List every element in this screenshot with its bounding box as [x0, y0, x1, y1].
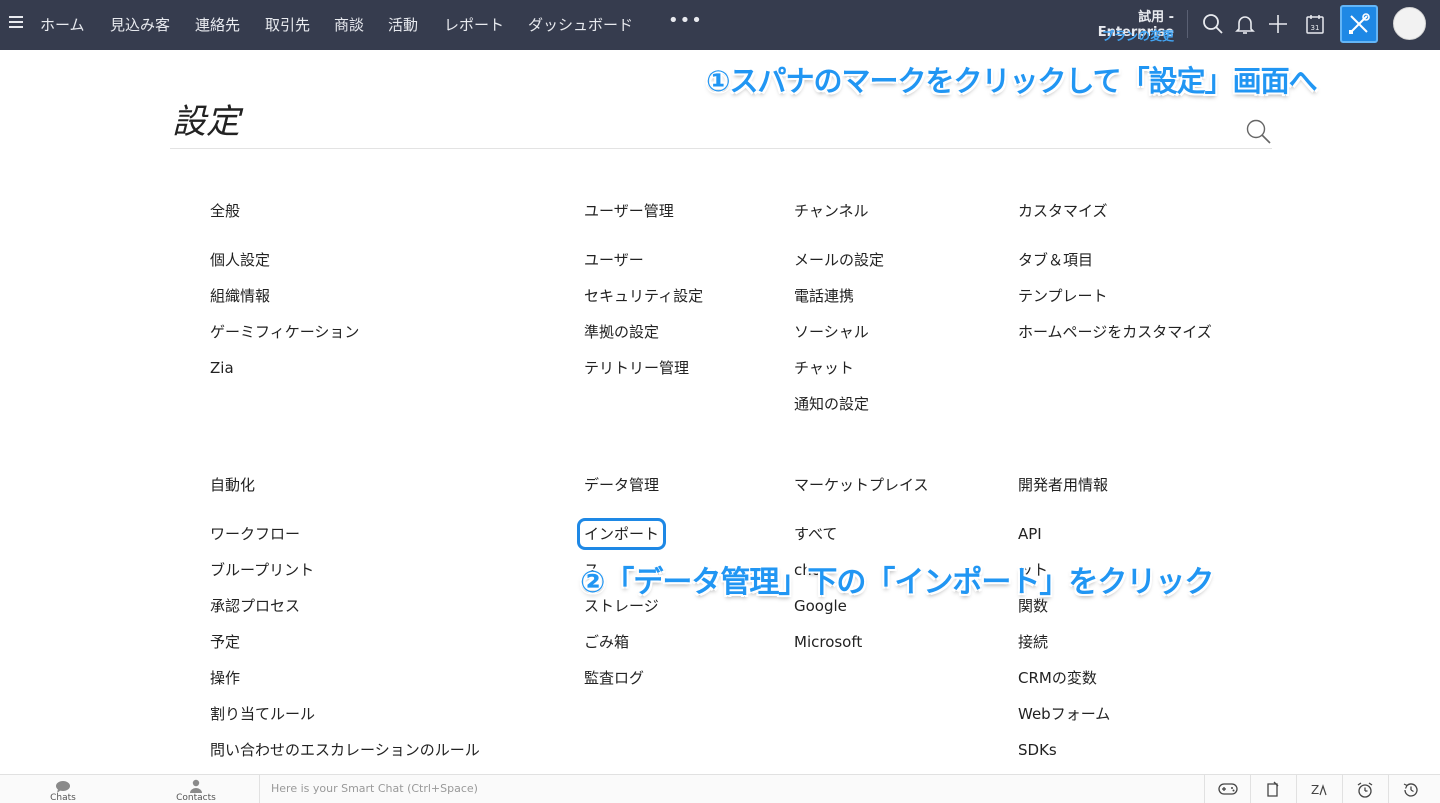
import-highlight[interactable]: インポート	[576, 518, 667, 550]
nav-leads[interactable]: 見込み客	[110, 14, 170, 35]
nav-reports[interactable]: レポート	[444, 14, 504, 35]
wrench-screwdriver-icon	[1349, 13, 1370, 34]
link-customize-home-page[interactable]: ホームページをカスタマイズ	[1018, 323, 1212, 359]
link-actions[interactable]: 操作	[210, 669, 480, 705]
link-sdks[interactable]: SDKs	[1018, 741, 1110, 777]
link-import[interactable]: インポート	[576, 518, 667, 561]
alarm-icon[interactable]	[1342, 775, 1388, 803]
plan-change-link[interactable]: プランの変更	[1058, 27, 1174, 44]
link-recycle-bin[interactable]: ごみ箱	[584, 633, 659, 669]
section-channels: チャンネル メールの設定 電話連携 ソーシャル チャット 通知の設定	[794, 202, 884, 431]
link-functions[interactable]: 関数	[1018, 597, 1110, 633]
top-navigation-bar: ホーム 見込み客 連絡先 取引先 商談 活動 レポート ダッシュボード ••• …	[0, 0, 1440, 50]
history-icon[interactable]	[1388, 775, 1434, 803]
link-zia[interactable]: Zia	[210, 359, 359, 395]
link-notification-settings[interactable]: 通知の設定	[794, 395, 884, 431]
link-security-control[interactable]: セキュリティ設定	[584, 287, 703, 323]
person-icon	[190, 779, 202, 793]
plus-icon[interactable]	[1266, 12, 1290, 36]
calendar-icon[interactable]: 31	[1303, 12, 1327, 36]
bottom-bar: Chats Contacts Here is your Smart Chat (…	[0, 774, 1440, 803]
link-gamification[interactable]: ゲーミフィケーション	[210, 323, 359, 359]
section-user-management: ユーザー管理 ユーザー セキュリティ設定 準拠の設定 テリトリー管理	[584, 202, 703, 395]
section-heading: 全般	[210, 202, 241, 220]
settings-search-icon[interactable]	[1244, 117, 1272, 145]
nav-more-icon[interactable]: •••	[668, 10, 703, 31]
topbar-divider	[1187, 10, 1188, 38]
link-schedules[interactable]: 予定	[210, 633, 480, 669]
link-connections[interactable]: 接続	[1018, 633, 1110, 669]
link-all[interactable]: すべて	[794, 525, 929, 561]
link-social[interactable]: ソーシャル	[794, 323, 884, 359]
translate-icon[interactable]: Z	[1296, 775, 1342, 803]
nav-dashboards[interactable]: ダッシュボード	[528, 14, 633, 35]
nav-activities[interactable]: 活動	[388, 14, 418, 35]
section-heading: 自動化	[210, 476, 256, 494]
link-templates[interactable]: テンプレート	[1018, 287, 1212, 323]
link-crm-variables[interactable]: CRMの変数	[1018, 669, 1110, 705]
chat-bubble-icon	[56, 781, 70, 793]
smart-chat-input[interactable]: Here is your Smart Chat (Ctrl+Space)	[271, 782, 478, 795]
link-territory-management[interactable]: テリトリー管理	[584, 359, 703, 395]
link-personal-settings[interactable]: 個人設定	[210, 251, 359, 287]
link-case-escalation-rules[interactable]: 問い合わせのエスカレーションのルール	[210, 741, 480, 777]
contacts-label: Contacts	[176, 793, 216, 803]
link-chat[interactable]: チャット	[794, 359, 884, 395]
section-heading: 開発者用情報	[1018, 476, 1109, 494]
link-microsoft[interactable]: Microsoft	[794, 633, 929, 669]
note-icon[interactable]	[1250, 775, 1296, 803]
link-workflow[interactable]: ワークフロー	[210, 525, 480, 561]
avatar[interactable]	[1393, 7, 1426, 40]
section-heading: データ管理	[584, 476, 660, 494]
search-icon[interactable]	[1201, 12, 1225, 36]
nav-accounts[interactable]: 取引先	[265, 14, 310, 35]
nav-deals[interactable]: 商談	[334, 14, 364, 35]
chats-button[interactable]: Chats	[0, 775, 126, 803]
section-heading: カスタマイズ	[1018, 202, 1108, 220]
nav-contacts[interactable]: 連絡先	[195, 14, 240, 35]
gamepad-icon[interactable]	[1204, 775, 1250, 803]
section-heading: ユーザー管理	[584, 202, 674, 220]
annotation-step-1: ①スパナのマークをクリックして「設定」画面へ	[706, 64, 1318, 98]
page-title: 設定	[172, 102, 240, 142]
link-email-settings[interactable]: メールの設定	[794, 251, 884, 287]
header-divider	[170, 148, 1272, 149]
svg-text:Z: Z	[1311, 783, 1319, 797]
contacts-button[interactable]: Contacts	[133, 775, 259, 803]
section-automation: 自動化 ワークフロー ブループリント 承認プロセス 予定 操作 割り当てルール …	[210, 476, 480, 777]
svg-text:31: 31	[1311, 24, 1320, 32]
chats-label: Chats	[50, 793, 76, 803]
section-heading: チャンネル	[794, 202, 869, 220]
link-assignment-rules[interactable]: 割り当てルール	[210, 705, 480, 741]
link-storage[interactable]: ストレージ	[584, 597, 659, 633]
section-general: 全般 個人設定 組織情報 ゲーミフィケーション Zia	[210, 202, 359, 395]
link-blueprint[interactable]: ブループリント	[210, 561, 480, 597]
link-approval-process[interactable]: 承認プロセス	[210, 597, 480, 633]
setup-wrench-screwdriver-button[interactable]	[1340, 5, 1378, 43]
link-users[interactable]: ユーザー	[584, 251, 703, 287]
section-heading: マーケットプレイス	[794, 476, 929, 494]
link-google[interactable]: Google	[794, 597, 929, 633]
section-customization: カスタマイズ タブ＆項目 テンプレート ホームページをカスタマイズ	[1018, 202, 1212, 359]
link-audit-log[interactable]: 監査ログ	[584, 669, 659, 705]
bottom-divider	[259, 775, 260, 803]
link-compliance-settings[interactable]: 準拠の設定	[584, 323, 703, 359]
bell-icon[interactable]	[1233, 12, 1257, 36]
annotation-step-2: ②「データ管理」下の「インポート」をクリック	[580, 565, 1214, 600]
hamburger-menu-icon[interactable]	[9, 16, 23, 28]
nav-home[interactable]: ホーム	[40, 14, 85, 35]
link-webforms[interactable]: Webフォーム	[1018, 705, 1110, 741]
link-telephony[interactable]: 電話連携	[794, 287, 884, 323]
link-api[interactable]: API	[1018, 525, 1110, 561]
link-company-details[interactable]: 組織情報	[210, 287, 359, 323]
section-developer-space: 開発者用情報 API ット 関数 接続 CRMの変数 Webフォーム SDKs	[1018, 476, 1110, 777]
link-tabs-fields[interactable]: タブ＆項目	[1018, 251, 1212, 287]
